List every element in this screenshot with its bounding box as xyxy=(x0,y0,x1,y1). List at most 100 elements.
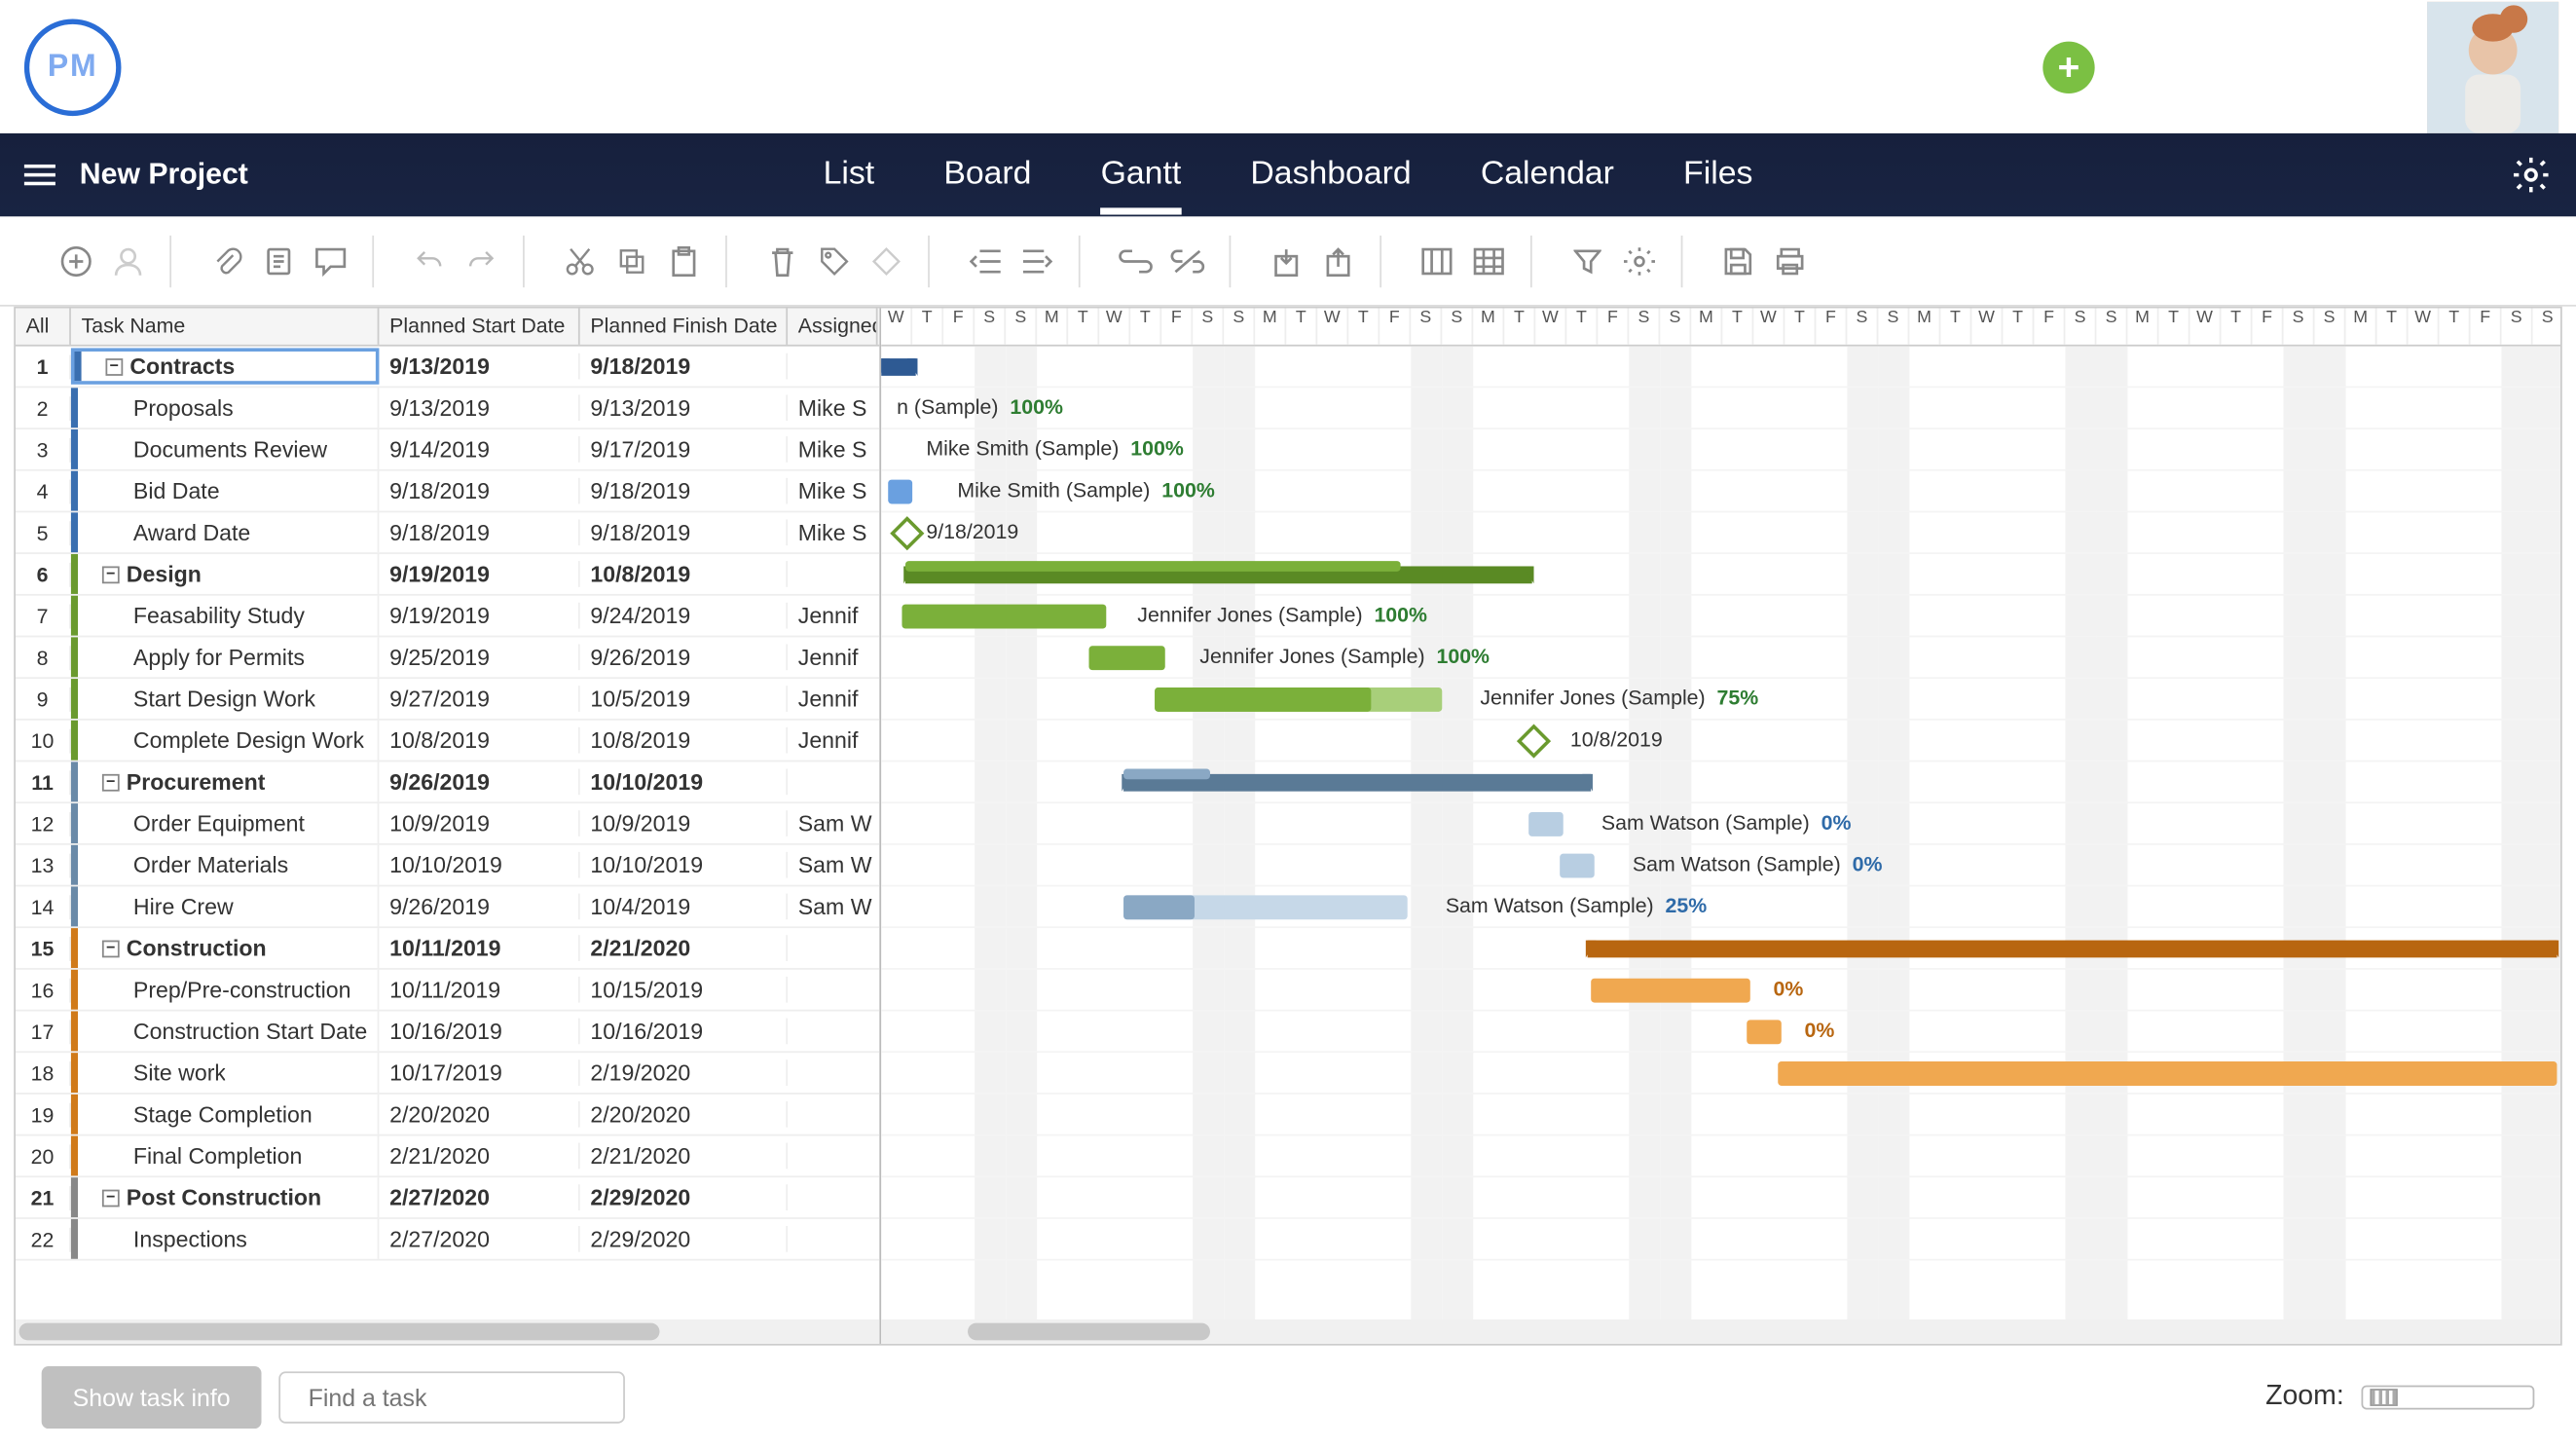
view-gantt[interactable]: Gantt xyxy=(1101,135,1182,215)
task-row[interactable]: 17Construction Start Date10/16/201910/16… xyxy=(16,1011,879,1053)
attach-icon[interactable] xyxy=(209,243,244,279)
paste-icon[interactable] xyxy=(667,243,702,279)
user-menu[interactable]: Katy xyxy=(2309,47,2427,87)
col-all[interactable]: All xyxy=(16,309,71,345)
col-finish[interactable]: Planned Finish Date xyxy=(580,309,788,345)
view-list[interactable]: List xyxy=(824,135,875,215)
gantt-row[interactable]: Mike Smith (Sample) 100% xyxy=(881,429,2560,471)
task-row[interactable]: 13Order Materials10/10/201910/10/2019Sam… xyxy=(16,845,879,887)
gantt-row[interactable]: 9/18/2019 xyxy=(881,512,2560,554)
task-row[interactable]: 7Feasability Study9/19/20199/24/2019Jenn… xyxy=(16,596,879,638)
filter-icon[interactable] xyxy=(1570,243,1605,279)
gantt-row[interactable] xyxy=(881,928,2560,970)
gantt-row[interactable] xyxy=(881,762,2560,803)
import-icon[interactable] xyxy=(1269,243,1304,279)
task-row[interactable]: 3Documents Review9/14/20199/17/2019Mike … xyxy=(16,429,879,471)
undo-icon[interactable] xyxy=(412,243,447,279)
task-row[interactable]: 8Apply for Permits9/25/20199/26/2019Jenn… xyxy=(16,637,879,679)
print-icon[interactable] xyxy=(1773,243,1808,279)
assign-icon[interactable] xyxy=(111,243,146,279)
task-row[interactable]: 6−Design9/19/201910/8/2019 xyxy=(16,554,879,596)
app-logo[interactable]: PM xyxy=(24,19,122,116)
grid-icon[interactable] xyxy=(1471,243,1506,279)
task-row[interactable]: 22Inspections2/27/20202/29/2020 xyxy=(16,1219,879,1261)
diamond-icon[interactable] xyxy=(869,243,904,279)
gantt-row[interactable]: 0% xyxy=(881,970,2560,1012)
collapse-icon[interactable]: − xyxy=(105,357,123,375)
grid-scrollbar[interactable] xyxy=(16,1319,879,1344)
gantt-row[interactable] xyxy=(881,1177,2560,1219)
link-icon[interactable] xyxy=(1119,243,1154,279)
view-calendar[interactable]: Calendar xyxy=(1481,135,1614,215)
gantt-row[interactable]: Sam Watson (Sample) 0% xyxy=(881,845,2560,887)
gantt-row[interactable]: 0% xyxy=(881,1011,2560,1053)
task-row[interactable]: 2Proposals9/13/20199/13/2019Mike S xyxy=(16,388,879,429)
gantt-row[interactable]: Sam Watson (Sample) 25% xyxy=(881,886,2560,928)
task-row[interactable]: 15−Construction10/11/20192/21/2020 xyxy=(16,928,879,970)
presentation-icon[interactable] xyxy=(1949,37,2007,95)
task-row[interactable]: 11−Procurement9/26/201910/10/2019 xyxy=(16,762,879,803)
delete-icon[interactable] xyxy=(765,243,800,279)
task-row[interactable]: 19Stage Completion2/20/20202/20/2020 xyxy=(16,1095,879,1136)
nav-people[interactable]: People xyxy=(630,3,749,131)
nav-projects[interactable]: Projects xyxy=(416,3,553,131)
gantt-row[interactable] xyxy=(881,554,2560,596)
columns-icon[interactable] xyxy=(1419,243,1454,279)
gantt-row[interactable] xyxy=(881,1136,2560,1178)
gantt-row[interactable]: Jennifer Jones (Sample) 75% xyxy=(881,679,2560,721)
collapse-icon[interactable]: − xyxy=(102,773,120,791)
gantt-row[interactable]: Jennifer Jones (Sample) 100% xyxy=(881,637,2560,679)
collapse-icon[interactable]: − xyxy=(102,940,120,957)
gantt-row[interactable] xyxy=(881,347,2560,389)
task-row[interactable]: 9Start Design Work9/27/201910/5/2019Jenn… xyxy=(16,679,879,721)
view-files[interactable]: Files xyxy=(1683,135,1752,215)
task-row[interactable]: 12Order Equipment10/9/201910/9/2019Sam W xyxy=(16,803,879,845)
gantt-row[interactable]: n (Sample) 100% xyxy=(881,388,2560,429)
indent-icon[interactable] xyxy=(1019,243,1054,279)
gantt-row[interactable]: Mike Smith (Sample) 100% xyxy=(881,471,2560,513)
gear-icon[interactable] xyxy=(1622,243,1657,279)
task-row[interactable]: 20Final Completion2/21/20202/21/2020 xyxy=(16,1136,879,1178)
outdent-icon[interactable] xyxy=(968,243,1003,279)
avatar[interactable] xyxy=(2427,1,2558,132)
tag-icon[interactable] xyxy=(817,243,852,279)
task-row[interactable]: 14Hire Crew9/26/201910/4/2019Sam W xyxy=(16,886,879,928)
view-dashboard[interactable]: Dashboard xyxy=(1250,135,1411,215)
col-start[interactable]: Planned Start Date xyxy=(379,309,579,345)
save-icon[interactable] xyxy=(1721,243,1756,279)
nav-my-work[interactable]: My Work xyxy=(191,3,341,131)
settings-icon[interactable] xyxy=(2510,154,2552,196)
task-row[interactable]: 18Site work10/17/20192/19/2020 xyxy=(16,1053,879,1095)
unlink-icon[interactable] xyxy=(1170,243,1205,279)
gantt-row[interactable]: Sam Watson (Sample) 0% xyxy=(881,803,2560,845)
col-assigned[interactable]: Assigned xyxy=(788,309,877,345)
gantt-row[interactable] xyxy=(881,1095,2560,1136)
redo-icon[interactable] xyxy=(464,243,499,279)
timer-icon[interactable] xyxy=(2129,37,2188,95)
show-task-info-button[interactable]: Show task info xyxy=(42,1366,262,1429)
task-row[interactable]: 1−Contracts9/13/20199/18/2019 xyxy=(16,347,879,389)
collapse-icon[interactable]: − xyxy=(102,1189,120,1207)
task-row[interactable]: 5Award Date9/18/20199/18/2019Mike S xyxy=(16,512,879,554)
task-row[interactable]: 4Bid Date9/18/20199/18/2019Mike S xyxy=(16,471,879,513)
task-row[interactable]: 10Complete Design Work10/8/201910/8/2019… xyxy=(16,721,879,762)
gantt-row[interactable] xyxy=(881,1053,2560,1095)
gantt-row[interactable]: Jennifer Jones (Sample) 100% xyxy=(881,596,2560,638)
task-row[interactable]: 21−Post Construction2/27/20202/29/2020 xyxy=(16,1177,879,1219)
gantt-row[interactable]: 10/8/2019 xyxy=(881,721,2560,762)
copy-icon[interactable] xyxy=(614,243,649,279)
menu-icon[interactable] xyxy=(24,165,55,185)
add-task-icon[interactable] xyxy=(58,243,93,279)
view-board[interactable]: Board xyxy=(943,135,1031,215)
gantt-scrollbar[interactable] xyxy=(881,1319,2560,1344)
collapse-icon[interactable]: − xyxy=(102,566,120,583)
col-task[interactable]: Task Name xyxy=(71,309,380,345)
find-task-input[interactable] xyxy=(309,1384,622,1411)
gantt-row[interactable] xyxy=(881,1219,2560,1261)
find-task-field[interactable] xyxy=(278,1371,625,1423)
task-row[interactable]: 16Prep/Pre-construction10/11/201910/15/2… xyxy=(16,970,879,1012)
add-button[interactable]: + xyxy=(2040,37,2098,95)
notes-icon[interactable] xyxy=(262,243,297,279)
help-icon[interactable]: ? xyxy=(2220,37,2278,95)
nav-overview[interactable]: Overview xyxy=(825,3,983,131)
